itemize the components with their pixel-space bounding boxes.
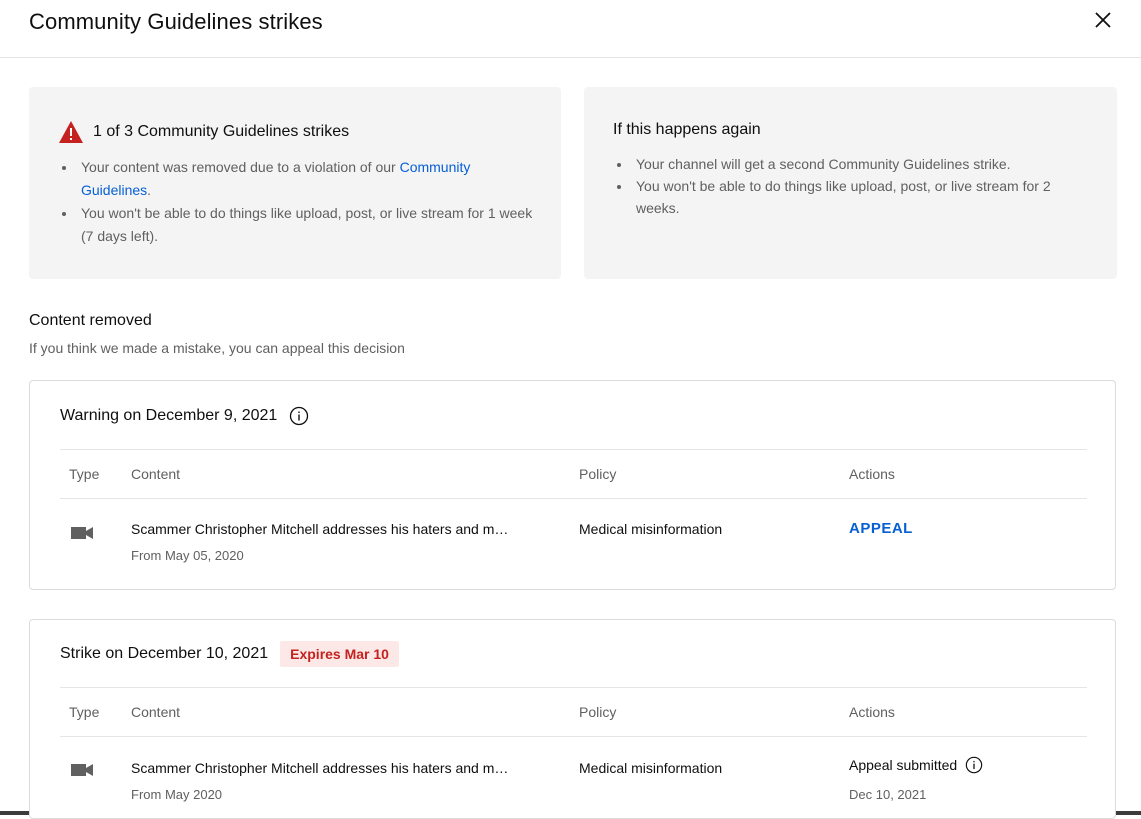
next-strike-bullets: Your channel will get a second Community… [613, 153, 1093, 219]
info-icon[interactable] [289, 406, 309, 426]
dialog-title: Community Guidelines strikes [29, 9, 323, 34]
bullet-text: Your content was removed due to a violat… [81, 159, 400, 175]
appeal-button[interactable]: APPEAL [849, 520, 913, 537]
content-title[interactable]: Scammer Christopher Mitchell addresses h… [131, 521, 508, 537]
content-removed-subtitle: If you think we made a mistake, you can … [29, 340, 405, 356]
col-actions: Actions [849, 704, 895, 720]
strike-heading: Strike on December 10, 2021 Expires Mar … [60, 641, 399, 667]
appeal-date: Dec 10, 2021 [849, 787, 927, 802]
policy-text: Medical misinformation [579, 760, 723, 776]
warning-heading-text: Warning on December 9, 2021 [60, 407, 278, 424]
close-button[interactable] [1091, 8, 1115, 32]
current-strike-heading-text: 1 of 3 Community Guidelines strikes [93, 123, 350, 140]
col-actions: Actions [849, 466, 895, 482]
video-icon [71, 764, 93, 776]
next-bullet-restriction: You won't be able to do things like uplo… [613, 175, 1093, 219]
current-bullet-removed: Your content was removed due to a violat… [58, 156, 538, 202]
table-divider [60, 498, 1087, 499]
next-strike-card: If this happens again Your channel will … [584, 87, 1117, 279]
video-icon [71, 527, 93, 539]
strikes-dialog: Community Guidelines strikes 1 of 3 Comm… [0, 0, 1141, 819]
col-content: Content [131, 466, 181, 482]
current-strike-heading: 1 of 3 Community Guidelines strikes [58, 120, 349, 144]
warning-triangle-icon [59, 121, 83, 143]
strike-card: Strike on December 10, 2021 Expires Mar … [29, 619, 1116, 819]
col-policy: Policy [579, 704, 617, 720]
current-strike-bullets: Your content was removed due to a violat… [58, 156, 538, 248]
strike-heading-text: Strike on December 10, 2021 [60, 645, 269, 662]
content-removed-title: Content removed [29, 312, 152, 329]
warning-heading: Warning on December 9, 2021 [60, 406, 309, 426]
col-content: Content [131, 704, 181, 720]
table-divider [60, 449, 1087, 450]
col-policy: Policy [579, 466, 617, 482]
next-bullet-second-strike: Your channel will get a second Community… [613, 153, 1093, 175]
col-type: Type [69, 466, 100, 482]
info-icon[interactable] [965, 756, 983, 774]
dialog-header: Community Guidelines strikes [0, 0, 1141, 58]
table-divider [60, 736, 1087, 737]
close-icon [1095, 12, 1111, 28]
appeal-status-text: Appeal submitted [849, 757, 958, 773]
appeal-status: Appeal submitted [849, 756, 983, 774]
expiry-badge: Expires Mar 10 [280, 641, 399, 667]
content-title[interactable]: Scammer Christopher Mitchell addresses h… [131, 760, 508, 776]
bullet-suffix: . [147, 182, 152, 198]
col-type: Type [69, 704, 100, 720]
current-bullet-restriction: You won't be able to do things like uplo… [58, 202, 538, 248]
warning-card: Warning on December 9, 2021 Type Content… [29, 380, 1116, 590]
current-strike-card: 1 of 3 Community Guidelines strikes Your… [29, 87, 561, 279]
table-divider [60, 687, 1087, 688]
next-strike-heading: If this happens again [613, 121, 761, 138]
content-date: From May 2020 [131, 787, 223, 802]
policy-text: Medical misinformation [579, 521, 723, 537]
content-date: From May 05, 2020 [131, 548, 244, 563]
